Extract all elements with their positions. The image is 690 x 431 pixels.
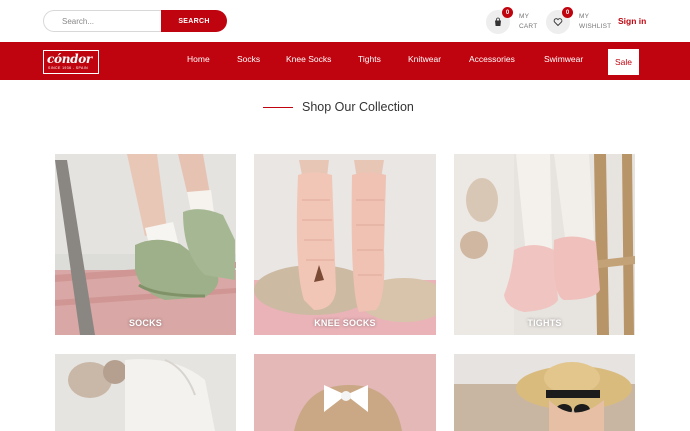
collection-tile-tights-row2-image: [454, 354, 635, 431]
collection-tile-socks-row2-image: [55, 354, 236, 431]
collection-tile-knee-socks-row2-image: [254, 354, 436, 431]
collection-tile-knee-socks[interactable]: KNEE SOCKS: [254, 0, 436, 431]
collection-tile-socks[interactable]: SOCKS: [55, 0, 236, 431]
collection-tile-tights[interactable]: TIGHTS: [454, 0, 635, 431]
